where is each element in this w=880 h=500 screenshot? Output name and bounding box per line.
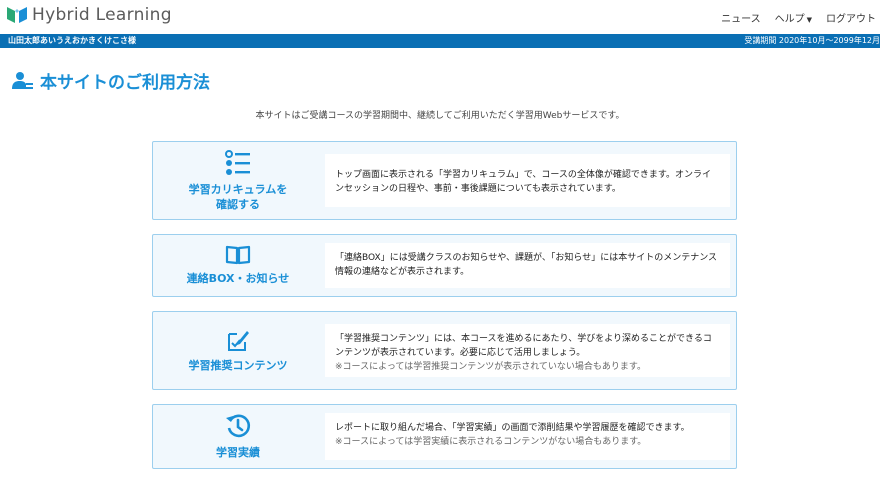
help-menu[interactable]: ヘルプ ▼ xyxy=(775,10,812,25)
user-guide-icon xyxy=(12,71,34,91)
header: Hybrid Learning ニュース ヘルプ ▼ ログアウト xyxy=(0,0,880,34)
card-label-line2: 確認する xyxy=(215,197,260,211)
book-icon xyxy=(225,245,251,265)
edit-check-icon xyxy=(226,328,250,352)
card-learning-record-header: 学習実績 xyxy=(153,405,323,468)
user-bar: 山田太郎あいうえおかきくけこさ様 受講期間 2020年10月〜2099年12月 xyxy=(0,34,880,48)
card-curriculum[interactable]: 学習カリキュラムを 確認する トップ画面に表示される「学習カリキュラム」で、コー… xyxy=(152,141,737,220)
logo[interactable]: Hybrid Learning xyxy=(6,5,172,25)
card-learning-record-body: レポートに取り組んだ場合、「学習実績」の画面で添削結果や学習履歴を確認できます。… xyxy=(325,413,730,460)
card-learning-record[interactable]: 学習実績 レポートに取り組んだ場合、「学習実績」の画面で添削結果や学習履歴を確認… xyxy=(152,404,737,469)
card-curriculum-body: トップ画面に表示される「学習カリキュラム」で、コースの全体像が確認できます。オン… xyxy=(325,154,730,207)
page-heading: 本サイトのご利用方法 xyxy=(40,73,210,93)
course-period: 受講期間 2020年10月〜2099年12月 xyxy=(744,36,880,45)
card-text: 「学習推奨コンテンツ」には、本コースを進めるにあたり、学びをより深めることができ… xyxy=(335,334,712,358)
list-icon xyxy=(225,149,251,176)
card-curriculum-label: 学習カリキュラムを 確認する xyxy=(189,182,288,212)
card-label-line1: 学習カリキュラムを xyxy=(188,182,288,196)
card-text: 「連絡BOX」には受講クラスのお知らせや、課題が、「お知らせ」には本サイトのメン… xyxy=(335,253,718,277)
history-icon xyxy=(225,413,251,439)
top-nav: ニュース ヘルプ ▼ ログアウト xyxy=(721,10,876,25)
card-learning-record-label: 学習実績 xyxy=(216,446,260,459)
card-recommended-label: 学習推奨コンテンツ xyxy=(188,359,288,372)
card-contact-box-header: 連絡BOX・お知らせ xyxy=(153,235,323,296)
intro-text: 本サイトはご受講コースの学習期間中、継続してご利用いただく学習用Webサービスで… xyxy=(255,111,625,121)
logo-text: Hybrid Learning xyxy=(32,5,172,25)
page-title: 本サイトのご利用方法 xyxy=(12,68,210,93)
news-link[interactable]: ニュース xyxy=(721,10,761,25)
card-recommended-header: 学習推奨コンテンツ xyxy=(153,312,323,389)
card-contact-box[interactable]: 連絡BOX・お知らせ 「連絡BOX」には受講クラスのお知らせや、課題が、「お知ら… xyxy=(152,234,737,297)
logout-link[interactable]: ログアウト xyxy=(826,10,876,25)
card-text: レポートに取り組んだ場合、「学習実績」の画面で添削結果や学習履歴を確認できます。 xyxy=(335,423,690,433)
help-label: ヘルプ xyxy=(774,14,805,25)
card-text: トップ画面に表示される「学習カリキュラム」で、コースの全体像が確認できます。オン… xyxy=(335,170,712,194)
card-recommended-body: 「学習推奨コンテンツ」には、本コースを進めるにあたり、学びをより深めることができ… xyxy=(325,324,730,377)
card-contact-box-label: 連絡BOX・お知らせ xyxy=(186,272,290,285)
card-recommended[interactable]: 学習推奨コンテンツ 「学習推奨コンテンツ」には、本コースを進めるにあたり、学びを… xyxy=(152,311,737,390)
card-note: ※コースによっては学習推奨コンテンツが表示されていない場合もあります。 xyxy=(335,362,647,372)
card-contact-box-body: 「連絡BOX」には受講クラスのお知らせや、課題が、「お知らせ」には本サイトのメン… xyxy=(325,243,730,288)
card-curriculum-header: 学習カリキュラムを 確認する xyxy=(153,142,323,219)
user-name: 山田太郎あいうえおかきくけこさ様 xyxy=(8,36,136,45)
caret-down-icon: ▼ xyxy=(806,16,812,24)
logo-icon xyxy=(6,5,28,25)
card-note: ※コースによっては学習実績に表示されるコンテンツがない場合もあります。 xyxy=(335,437,647,447)
